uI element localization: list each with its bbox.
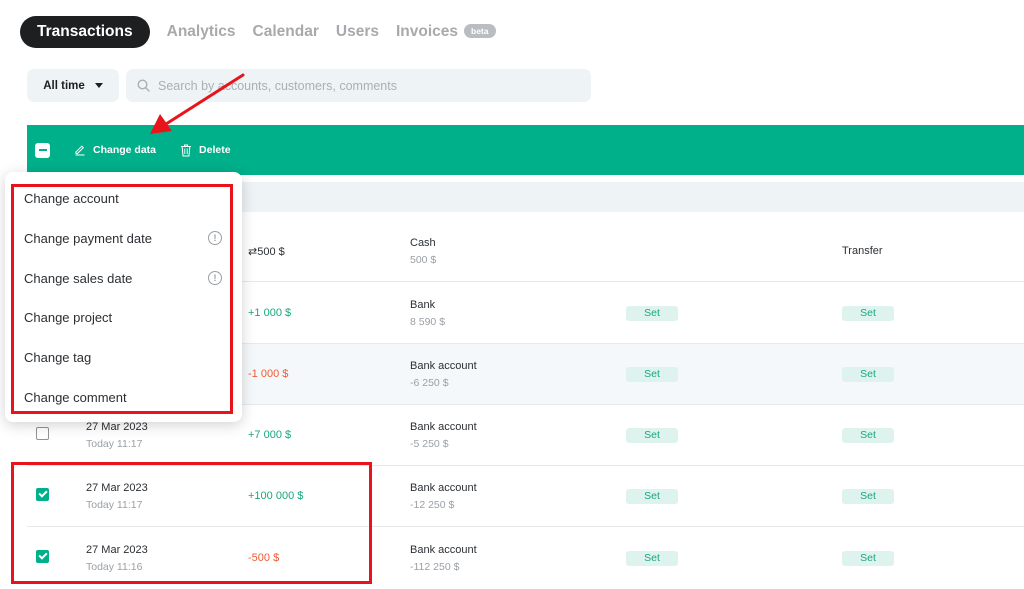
row-amount: ⇄500 $ — [248, 246, 285, 258]
set-project-button[interactable]: Set — [626, 306, 678, 321]
set-category-button[interactable]: Set — [842, 489, 894, 504]
row-account: Bank — [410, 299, 436, 311]
menu-item-change-account[interactable]: Change account — [24, 191, 119, 206]
menu-item-change-comment[interactable]: Change comment — [24, 390, 127, 405]
row-checkbox[interactable] — [36, 550, 49, 563]
row-account: Bank account — [410, 482, 477, 494]
tab-calendar[interactable]: Calendar — [253, 23, 319, 41]
row-balance: -6 250 $ — [410, 377, 449, 389]
row-balance: 500 $ — [410, 254, 437, 266]
row-amount: +7 000 $ — [248, 429, 292, 441]
pencil-icon — [75, 145, 85, 156]
row-date: 27 Mar 2023 — [86, 482, 148, 494]
menu-item-change-tag[interactable]: Change tag — [24, 350, 91, 365]
tab-users[interactable]: Users — [336, 23, 379, 41]
period-filter-label: All time — [43, 79, 85, 92]
set-project-button[interactable]: Set — [626, 551, 678, 566]
row-account: Bank account — [410, 421, 477, 433]
search-icon — [137, 79, 150, 92]
trash-icon — [181, 144, 192, 156]
row-date: 27 Mar 2023 — [86, 421, 148, 433]
tab-analytics[interactable]: Analytics — [167, 23, 236, 41]
info-icon[interactable]: ! — [208, 231, 222, 245]
search-input[interactable] — [158, 78, 578, 93]
change-data-label: Change data — [93, 144, 157, 156]
row-checkbox[interactable] — [36, 427, 49, 440]
row-amount: -500 $ — [248, 552, 280, 564]
delete-button[interactable]: Delete — [180, 144, 231, 157]
set-project-button[interactable]: Set — [626, 367, 678, 382]
set-category-button[interactable]: Set — [842, 306, 894, 321]
set-category-button[interactable]: Set — [842, 551, 894, 566]
tab-invoices[interactable]: Invoices beta — [396, 23, 496, 41]
top-tabs: Transactions Analytics Calendar Users In… — [20, 16, 496, 48]
row-balance: -5 250 $ — [410, 438, 449, 450]
row-balance: -112 250 $ — [410, 561, 460, 573]
set-category-button[interactable]: Set — [842, 367, 894, 382]
change-data-button[interactable]: Change data — [74, 144, 156, 156]
row-date: 27 Mar 2023 — [86, 544, 148, 556]
period-filter-dropdown[interactable]: All time — [27, 69, 119, 102]
beta-badge: beta — [464, 24, 496, 38]
set-category-button[interactable]: Set — [842, 428, 894, 443]
tab-invoices-label: Invoices — [395, 23, 459, 40]
set-project-button[interactable]: Set — [626, 489, 678, 504]
bulk-action-bar: Change data Delete — [27, 125, 1024, 175]
row-category: Transfer — [842, 245, 883, 257]
row-checkbox[interactable] — [36, 488, 49, 501]
table-row[interactable]: 27 Mar 2023 Today 11:17 +100 000 $ Bank … — [27, 466, 1024, 527]
row-balance: 8 590 $ — [410, 316, 446, 328]
info-icon[interactable]: ! — [208, 271, 222, 285]
change-data-menu: Change account Change payment date ! Cha… — [5, 172, 242, 422]
row-account: Bank account — [410, 360, 477, 372]
row-account: Cash — [410, 237, 436, 249]
row-amount: -1 000 $ — [248, 368, 289, 380]
row-account: Bank account — [410, 544, 477, 556]
select-all-checkbox[interactable] — [35, 142, 50, 158]
row-time: Today 11:16 — [86, 561, 143, 573]
row-time: Today 11:17 — [86, 438, 143, 450]
table-row[interactable]: 27 Mar 2023 Today 11:16 -500 $ Bank acco… — [27, 528, 1024, 589]
caret-down-icon — [94, 83, 103, 88]
row-amount: +1 000 $ — [248, 307, 292, 319]
menu-item-change-payment-date[interactable]: Change payment date — [24, 231, 152, 246]
tab-transactions[interactable]: Transactions — [20, 16, 150, 48]
menu-item-change-project[interactable]: Change project — [24, 310, 112, 325]
menu-item-change-sales-date[interactable]: Change sales date — [24, 271, 132, 286]
search-bar — [126, 69, 591, 102]
row-amount: +100 000 $ — [248, 490, 304, 502]
row-time: Today 11:17 — [86, 499, 143, 511]
delete-label: Delete — [199, 144, 231, 156]
row-balance: -12 250 $ — [410, 499, 455, 511]
set-project-button[interactable]: Set — [626, 428, 678, 443]
